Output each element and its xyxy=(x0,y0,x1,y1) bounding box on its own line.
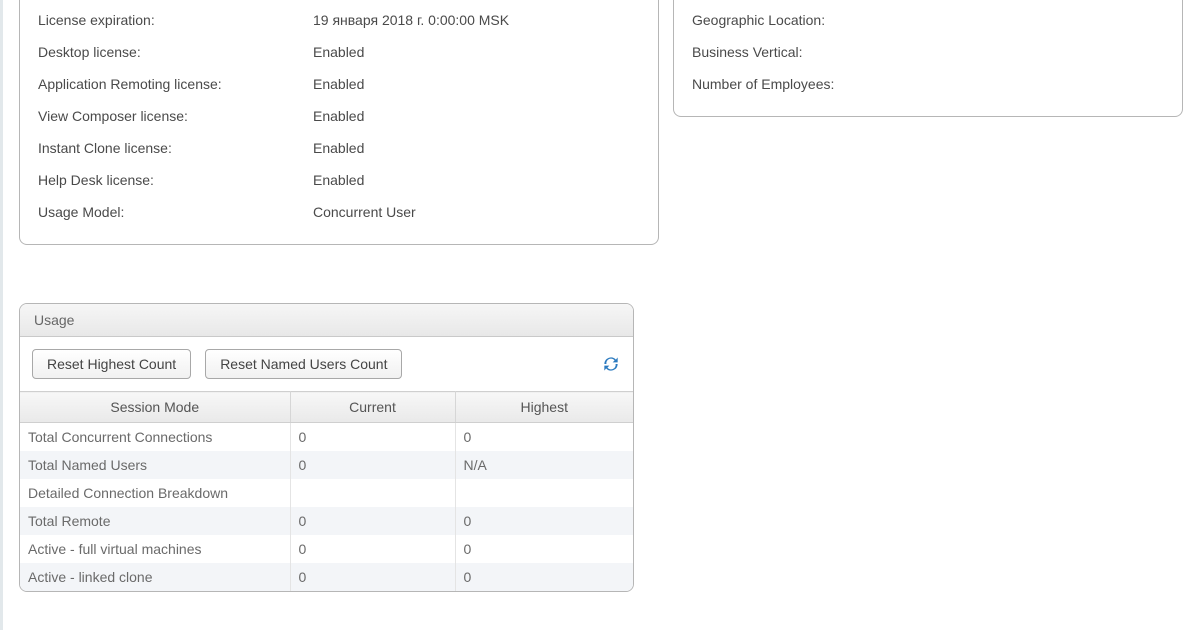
col-highest[interactable]: Highest xyxy=(455,392,633,423)
license-label: Desktop license: xyxy=(38,44,313,60)
license-label: View Composer license: xyxy=(38,108,313,124)
refresh-icon[interactable] xyxy=(601,354,621,374)
cell-highest: 0 xyxy=(455,563,633,591)
license-row: License expiration: 19 января 2018 г. 0:… xyxy=(38,4,640,36)
customer-row: Number of Employees: xyxy=(692,68,1164,100)
col-current[interactable]: Current xyxy=(290,392,455,423)
customer-label: Number of Employees: xyxy=(692,76,834,92)
reset-highest-count-button[interactable]: Reset Highest Count xyxy=(32,349,191,379)
cell-highest: 0 xyxy=(455,535,633,563)
usage-table: Session Mode Current Highest Total Concu… xyxy=(20,391,633,591)
customer-label: Business Vertical: xyxy=(692,44,803,60)
customer-label: Geographic Location: xyxy=(692,12,825,28)
license-value: 19 января 2018 г. 0:00:00 MSK xyxy=(313,12,509,28)
cell-highest: 0 xyxy=(455,423,633,452)
cell-current: 0 xyxy=(290,451,455,479)
cell-mode: Detailed Connection Breakdown xyxy=(20,479,290,507)
license-row: Help Desk license: Enabled xyxy=(38,164,640,196)
table-row: Total Named Users 0 N/A xyxy=(20,451,633,479)
table-row: Active - full virtual machines 0 0 xyxy=(20,535,633,563)
license-label: Instant Clone license: xyxy=(38,140,313,156)
license-value: Enabled xyxy=(313,108,364,124)
usage-panel: Usage Reset Highest Count Reset Named Us… xyxy=(19,303,634,592)
license-row: Instant Clone license: Enabled xyxy=(38,132,640,164)
cell-current: 0 xyxy=(290,535,455,563)
license-value: Enabled xyxy=(313,76,364,92)
usage-toolbar: Reset Highest Count Reset Named Users Co… xyxy=(20,337,633,391)
reset-named-users-count-button[interactable]: Reset Named Users Count xyxy=(205,349,402,379)
cell-mode: Active - full virtual machines xyxy=(20,535,290,563)
cell-highest: N/A xyxy=(455,451,633,479)
license-panel: License expiration: 19 января 2018 г. 0:… xyxy=(19,0,659,245)
cell-mode: Active - linked clone xyxy=(20,563,290,591)
table-row: Active - linked clone 0 0 xyxy=(20,563,633,591)
license-label: Application Remoting license: xyxy=(38,76,313,92)
license-value: Concurrent User xyxy=(313,204,416,220)
table-row: Detailed Connection Breakdown xyxy=(20,479,633,507)
cell-mode: Total Concurrent Connections xyxy=(20,423,290,452)
cell-current xyxy=(290,479,455,507)
license-value: Enabled xyxy=(313,172,364,188)
license-label: License expiration: xyxy=(38,12,313,28)
license-label: Help Desk license: xyxy=(38,172,313,188)
customer-row: Business Vertical: xyxy=(692,36,1164,68)
table-row: Total Concurrent Connections 0 0 xyxy=(20,423,633,452)
cell-current: 0 xyxy=(290,423,455,452)
license-row: View Composer license: Enabled xyxy=(38,100,640,132)
usage-table-header: Session Mode Current Highest xyxy=(20,392,633,423)
license-row: Usage Model: Concurrent User xyxy=(38,196,640,228)
customer-row: Geographic Location: xyxy=(692,4,1164,36)
table-row: Total Remote 0 0 xyxy=(20,507,633,535)
cell-highest: 0 xyxy=(455,507,633,535)
cell-current: 0 xyxy=(290,507,455,535)
cell-current: 0 xyxy=(290,563,455,591)
license-row: Application Remoting license: Enabled xyxy=(38,68,640,100)
col-session-mode[interactable]: Session Mode xyxy=(20,392,290,423)
cell-mode: Total Remote xyxy=(20,507,290,535)
usage-panel-title: Usage xyxy=(20,304,633,337)
cell-highest xyxy=(455,479,633,507)
cell-mode: Total Named Users xyxy=(20,451,290,479)
license-label: Usage Model: xyxy=(38,204,313,220)
license-value: Enabled xyxy=(313,140,364,156)
license-value: Enabled xyxy=(313,44,364,60)
customer-panel: Geographic Location: Business Vertical: … xyxy=(673,0,1183,117)
license-row: Desktop license: Enabled xyxy=(38,36,640,68)
